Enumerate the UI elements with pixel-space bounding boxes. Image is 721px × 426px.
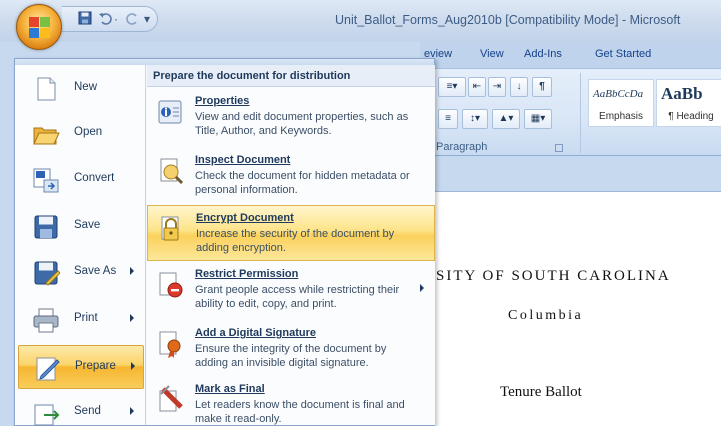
style-sample: AaBb — [661, 84, 703, 103]
menu-item-label: Convert — [74, 172, 115, 184]
submenu-item-title: Inspect Document — [195, 154, 291, 166]
submenu-item-title: Properties — [195, 95, 250, 107]
submenu-item-title: Encrypt Document — [196, 212, 294, 224]
office-menu: New Open Convert Save Save As Print Prep… — [14, 58, 435, 426]
prepare-submenu: Prepare the document for distribution Pr… — [147, 65, 435, 425]
encrypt-lock-icon — [156, 214, 186, 244]
sort-button[interactable]: ↓ — [510, 77, 528, 97]
style-emphasis[interactable]: AaBbCcDa Emphasis — [588, 79, 654, 127]
tab-add-ins[interactable]: Add-Ins — [524, 48, 562, 60]
style-name: ¶ Heading — [668, 111, 714, 122]
submenu-item-description: Grant people access while restricting th… — [195, 284, 400, 310]
multilevel-list-button[interactable]: ≡▾ — [438, 77, 466, 97]
submenu-item-title: Restrict Permission — [195, 268, 299, 280]
send-icon — [32, 399, 60, 426]
submenu-item-description: Increase the security of the document by… — [196, 228, 395, 254]
justify-button[interactable]: ≡ — [438, 109, 458, 129]
ribbon-tabs: eview View Add-Ins Get Started — [420, 42, 721, 68]
submenu-arrow-icon — [131, 362, 135, 370]
quick-access-toolbar: · ▾ — [62, 6, 158, 32]
menu-item-label: Send — [74, 405, 101, 417]
menu-item-label: Save — [74, 219, 101, 231]
menu-item-save-as[interactable]: Save As — [18, 251, 144, 295]
submenu-item-properties[interactable]: Properties View and edit document proper… — [147, 89, 435, 145]
restrict-permission-icon — [155, 270, 185, 300]
style-name: Emphasis — [599, 111, 643, 122]
digital-signature-icon — [155, 329, 185, 359]
decrease-indent-button[interactable]: ⇤ — [468, 77, 486, 97]
submenu-arrow-icon — [130, 407, 134, 415]
doc-heading-university: RSITY OF SOUTH CAROLINA — [424, 268, 671, 284]
menu-item-label: Save As — [74, 265, 117, 277]
borders-button[interactable]: ▦▾ — [524, 109, 552, 129]
menu-item-label: Prepare — [75, 360, 116, 372]
menu-item-label: New — [74, 81, 98, 93]
submenu-item-encrypt-document[interactable]: Encrypt Document Increase the security o… — [147, 205, 435, 261]
tab-get-started[interactable]: Get Started — [595, 48, 651, 60]
open-folder-icon — [32, 120, 60, 148]
submenu-item-title: Add a Digital Signature — [195, 327, 317, 339]
style-sample: AaBbCcDa — [593, 88, 644, 100]
ruler-area — [420, 157, 721, 192]
office-button[interactable] — [16, 4, 62, 50]
save-icon — [32, 213, 60, 241]
office-menu-commands: New Open Convert Save Save As Print Prep… — [15, 65, 146, 426]
window-title: Unit_Ballot_Forms_Aug2010b [Compatibilit… — [335, 13, 681, 27]
submenu-title: Prepare the document for distribution — [147, 65, 435, 87]
ribbon: ≡▾ ⇤ ⇥ ↓ ¶ ≡ ↕▾ ▲▾ ▦▾ Paragraph AaBbCcDa… — [420, 68, 721, 156]
customize-qat-icon[interactable]: ▾ — [144, 11, 150, 27]
style-heading[interactable]: AaBb ¶ Heading — [656, 79, 721, 127]
menu-item-print[interactable]: Print — [18, 298, 144, 342]
group-divider — [580, 73, 581, 153]
show-formatting-button[interactable]: ¶ — [532, 77, 552, 97]
title-bar: · ▾ Unit_Ballot_Forms_Aug2010b [Compatib… — [0, 0, 721, 42]
increase-indent-button[interactable]: ⇥ — [488, 77, 506, 97]
properties-icon — [155, 97, 185, 127]
undo-dropdown[interactable]: · — [114, 11, 118, 27]
menu-item-prepare[interactable]: Prepare — [18, 345, 144, 389]
submenu-item-description: View and edit document properties, such … — [195, 111, 409, 137]
submenu-item-description: Ensure the integrity of the document by … — [195, 343, 387, 369]
menu-item-label: Print — [74, 312, 98, 324]
printer-icon — [32, 306, 60, 334]
submenu-item-add-digital-signature[interactable]: Add a Digital Signature Ensure the integ… — [147, 321, 435, 377]
submenu-item-description: Let readers know the document is final a… — [195, 399, 405, 425]
prepare-icon — [33, 354, 61, 382]
document-page[interactable]: RSITY OF SOUTH CAROLINA Columbia Tenure … — [420, 192, 721, 426]
paragraph-group-label: Paragraph — [436, 141, 488, 153]
save-icon[interactable] — [78, 11, 92, 27]
submenu-arrow-icon — [130, 267, 134, 275]
new-document-icon — [32, 75, 60, 103]
menu-item-save[interactable]: Save — [18, 205, 144, 249]
submenu-item-description: Check the document for hidden metadata o… — [195, 170, 410, 196]
submenu-arrow-icon — [420, 284, 424, 292]
menu-item-open[interactable]: Open — [18, 112, 144, 156]
tab-view[interactable]: View — [480, 48, 504, 60]
office-logo-icon — [29, 17, 51, 39]
menu-item-send[interactable]: Send — [18, 391, 144, 426]
paragraph-dialog-launcher[interactable] — [555, 144, 563, 152]
menu-item-label: Open — [74, 126, 103, 138]
submenu-item-restrict-permission[interactable]: Restrict Permission Grant people access … — [147, 262, 435, 318]
shading-button[interactable]: ▲▾ — [492, 109, 520, 129]
convert-icon — [32, 166, 60, 194]
submenu-item-mark-as-final[interactable]: Mark as Final Let readers know the docum… — [147, 377, 435, 426]
submenu-item-inspect-document[interactable]: Inspect Document Check the document for … — [147, 148, 435, 204]
mark-as-final-icon — [155, 385, 185, 415]
line-spacing-button[interactable]: ↕▾ — [462, 109, 488, 129]
save-as-icon — [32, 259, 61, 287]
submenu-arrow-icon — [130, 314, 134, 322]
redo-icon[interactable] — [126, 11, 140, 27]
undo-icon[interactable] — [98, 11, 112, 27]
menu-item-convert[interactable]: Convert — [18, 158, 144, 202]
doc-heading-columbia: Columbia — [508, 308, 584, 323]
inspect-document-icon — [155, 156, 185, 186]
doc-heading-ballot: Tenure Ballot — [500, 384, 582, 400]
menu-item-new[interactable]: New — [18, 67, 144, 111]
submenu-item-title: Mark as Final — [195, 383, 265, 395]
